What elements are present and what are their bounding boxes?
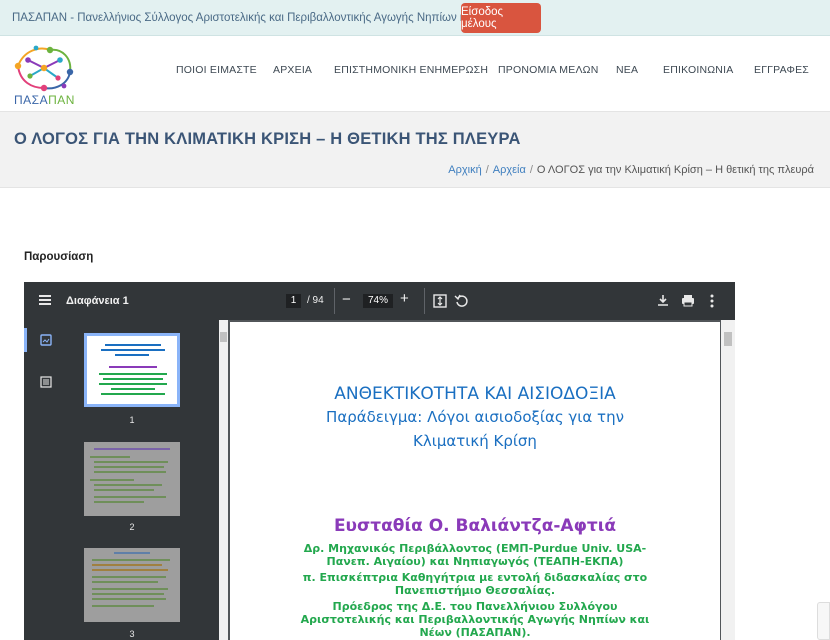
rotate-icon[interactable] bbox=[454, 293, 469, 308]
fit-page-icon[interactable] bbox=[433, 294, 447, 308]
breadcrumb-separator: / bbox=[485, 164, 489, 176]
breadcrumb-home[interactable]: Αρχική bbox=[448, 164, 481, 176]
menu-icon[interactable] bbox=[39, 295, 51, 305]
slide-title-line-3: Κλιματική Κρίση bbox=[413, 432, 537, 450]
slide-info-line: Νέων (ΠΑΣΑΠΑΝ). bbox=[419, 626, 531, 639]
site-header: ΠΑΣΑΠΑΝ ΠΟΙΟΙ ΕΙΜΑΣΤΕ ΑΡΧΕΙΑ ΕΠΙΣΤΗΜΟΝΙΚ… bbox=[0, 36, 830, 111]
nav-item-science-news[interactable]: ΕΠΙΣΤΗΜΟΝΙΚΗ ΕΝΗΜΕΡΩΣΗ bbox=[334, 64, 488, 76]
nav-item-archives[interactable]: ΑΡΧΕΙΑ bbox=[273, 64, 312, 76]
pdf-viewer: Διαφάνεια 1 1 / 94 − 74% + 1 2 3 ΑΝΘΕΚΤΙ… bbox=[24, 282, 735, 640]
page-title-band: Ο ΛΟΓΟΣ ΓΙΑ ΤΗΝ ΚΛΙΜΑΤΙΚΗ ΚΡΙΣΗ – Η ΘΕΤΙ… bbox=[0, 111, 830, 188]
outline-view-icon[interactable] bbox=[40, 376, 52, 388]
thumbnail-page-2[interactable] bbox=[84, 442, 180, 516]
thumbnail-number: 3 bbox=[129, 629, 135, 639]
slide-info-line: Πρόεδρος της Δ.Ε. του Πανελλήνιου Συλλόγ… bbox=[332, 600, 618, 613]
slide-author: Ευσταθία Ο. Βαλιάντζα-Αφτιά bbox=[333, 516, 617, 536]
thumbnail-number: 1 bbox=[129, 415, 135, 425]
toolbar-divider bbox=[334, 288, 335, 314]
document-title: Διαφάνεια 1 bbox=[66, 295, 129, 307]
page-title: Ο ΛΟΓΟΣ ΓΙΑ ΤΗΝ ΚΛΙΜΑΤΙΚΗ ΚΡΙΣΗ – Η ΘΕΤΙ… bbox=[14, 130, 521, 148]
slide-page-1: ΑΝΘΕΚΤΙΚΟΤΗΤΑ ΚΑΙ ΑΙΣΙΟΔΟΞΙΑ Παράδειγμα:… bbox=[230, 322, 720, 640]
member-login-button[interactable]: Είσοδος μέλους bbox=[461, 3, 541, 33]
slide-title-line-2: Παράδειγμα: Λόγοι αισιοδοξίας για την bbox=[326, 408, 624, 426]
thumbnail-number: 2 bbox=[129, 522, 135, 532]
active-indicator bbox=[24, 328, 27, 352]
top-bar: ΠΑΣΑΠΑΝ - Πανελλήνιος Σύλλογος Αριστοτελ… bbox=[0, 0, 830, 36]
page-total: / 94 bbox=[307, 295, 324, 306]
nav-item-about[interactable]: ΠΟΙΟΙ ΕΙΜΑΣΤΕ bbox=[176, 64, 257, 76]
thumbnail-page-1[interactable] bbox=[84, 333, 180, 407]
slide-title-line-1: ΑΝΘΕΚΤΙΚΟΤΗΤΑ ΚΑΙ ΑΙΣΙΟΔΟΞΙΑ bbox=[334, 384, 616, 404]
main-scrollbar[interactable] bbox=[721, 320, 735, 640]
nav-item-register[interactable]: ΕΓΓΡΑΦΕΣ bbox=[754, 64, 809, 76]
page-number-input[interactable]: 1 bbox=[286, 294, 301, 308]
pdf-canvas: ΑΝΘΕΚΤΙΚΟΤΗΤΑ ΚΑΙ ΑΙΣΙΟΔΟΞΙΑ Παράδειγμα:… bbox=[228, 320, 735, 640]
slide-info-line: π. Επισκέπτρια Καθηγήτρια με εντολή διδα… bbox=[302, 571, 648, 584]
zoom-in-button[interactable]: + bbox=[400, 290, 409, 307]
nav-item-contact[interactable]: ΕΠΙΚΟΙΝΩΝΙΑ bbox=[663, 64, 733, 76]
slide-info-line: Δρ. Μηχανικός Περιβάλλοντος (ΕΜΠ-Purdue … bbox=[303, 542, 647, 555]
download-icon[interactable] bbox=[657, 294, 669, 307]
recaptcha-badge[interactable] bbox=[817, 602, 830, 640]
more-options-icon[interactable] bbox=[710, 294, 714, 308]
breadcrumb-current: Ο ΛΟΓΟΣ για την Κλιματική Κρίση – Η θετι… bbox=[536, 164, 814, 176]
logo-wordmark: ΠΑΣΑΠΑΝ bbox=[14, 93, 75, 107]
zoom-input[interactable]: 74% bbox=[363, 294, 393, 308]
section-label: Παρουσίαση bbox=[24, 251, 94, 263]
nav-item-member-benefits[interactable]: ΠΡΟΝΟΜΙΑ ΜΕΛΩΝ bbox=[498, 64, 599, 76]
nav-item-news[interactable]: ΝΕΑ bbox=[616, 64, 638, 76]
slide-info-line: Αριστοτελικής και Περιβαλλοντικής Αγωγής… bbox=[300, 613, 650, 626]
sidebar-scrollbar[interactable] bbox=[219, 320, 228, 640]
pdf-toolbar: Διαφάνεια 1 1 / 94 − 74% + bbox=[24, 282, 735, 320]
slide-info-line: Πανεπ. Αιγαίου) και Νηπιαγωγός (ΤΕΑΠΗ-ΕΚ… bbox=[326, 555, 624, 568]
print-icon[interactable] bbox=[681, 294, 695, 307]
breadcrumb: Αρχική / Αρχεία / Ο ΛΟΓΟΣ για την Κλιματική … bbox=[448, 164, 814, 176]
zoom-out-button[interactable]: − bbox=[342, 291, 351, 308]
slide-info-line: Πανεπιστήμιο Θεσσαλίας. bbox=[394, 584, 556, 597]
thumbnails-view-icon[interactable] bbox=[40, 334, 52, 346]
thumbnail-page-3[interactable] bbox=[84, 548, 180, 622]
breadcrumb-separator: / bbox=[529, 164, 533, 176]
site-tagline: ΠΑΣΑΠΑΝ - Πανελλήνιος Σύλλογος Αριστοτελ… bbox=[12, 12, 507, 24]
toolbar-divider bbox=[424, 288, 425, 314]
thumbnail-sidebar: 1 2 3 bbox=[24, 320, 224, 640]
breadcrumb-archives[interactable]: Αρχεία bbox=[493, 164, 526, 176]
